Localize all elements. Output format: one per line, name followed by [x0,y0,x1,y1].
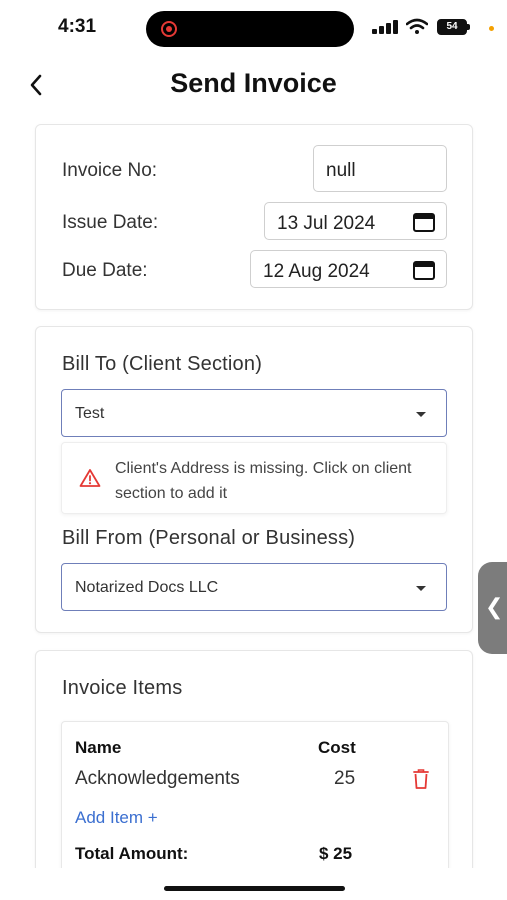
invoice-no-field[interactable]: null [313,145,447,192]
invoice-no-value: null [326,160,356,181]
billing-card: Bill To (Client Section) Test Client's A… [35,326,473,633]
bill-to-heading: Bill To (Client Section) [62,353,263,375]
item-name: Acknowledgements [75,768,240,789]
caret-down-icon [416,586,426,591]
column-header-cost: Cost [318,738,356,757]
caret-down-icon [416,412,426,417]
bill-from-heading: Bill From (Personal or Business) [62,527,356,549]
client-select-value: Test [75,405,105,422]
issue-date-value: 13 Jul 2024 [277,213,376,234]
column-header-name: Name [75,738,122,757]
home-indicator[interactable] [164,886,345,891]
status-time: 4:31 [58,16,97,37]
privacy-indicator [489,26,494,31]
business-select[interactable]: Notarized Docs LLC [61,563,447,611]
due-date-field[interactable]: 12 Aug 2024 [250,250,447,288]
chevron-left-icon: ❮ [485,594,504,619]
cellular-signal-icon [372,20,400,34]
issue-date-label: Issue Date: [62,212,159,233]
wifi-icon [406,18,428,34]
issue-date-field[interactable]: 13 Jul 2024 [264,202,447,240]
page-title: Send Invoice [170,68,337,98]
battery-icon: 54 [437,19,470,35]
trash-icon[interactable] [412,768,430,790]
invoice-items-heading: Invoice Items [62,677,183,699]
due-date-value: 12 Aug 2024 [263,261,370,282]
side-drawer-handle[interactable]: ❮ [478,562,507,654]
add-item-button[interactable]: Add Item + [75,808,158,828]
calendar-icon[interactable] [412,211,436,233]
dynamic-island [146,11,354,47]
status-bar: 4:31 54 [0,0,507,56]
invoice-no-label: Invoice No: [62,160,158,181]
item-cost: 25 [334,768,356,789]
total-amount-value: $ 25 [319,844,353,863]
bottom-bar [0,868,507,900]
warning-message: Client's Address is missing. Click on cl… [115,460,412,502]
due-date-label: Due Date: [62,260,148,281]
invoice-details-card: Invoice No: null Issue Date: 13 Jul 2024… [35,124,473,310]
calendar-icon[interactable] [412,259,436,281]
invoice-items-card: Invoice Items Name Cost Acknowledgements… [35,650,473,896]
warning-triangle-icon [79,469,101,487]
address-missing-alert[interactable]: Client's Address is missing. Click on cl… [61,442,447,514]
business-select-value: Notarized Docs LLC [75,579,219,596]
total-amount-label: Total Amount: [75,844,189,863]
recording-icon [161,21,177,37]
client-select[interactable]: Test [61,389,447,437]
